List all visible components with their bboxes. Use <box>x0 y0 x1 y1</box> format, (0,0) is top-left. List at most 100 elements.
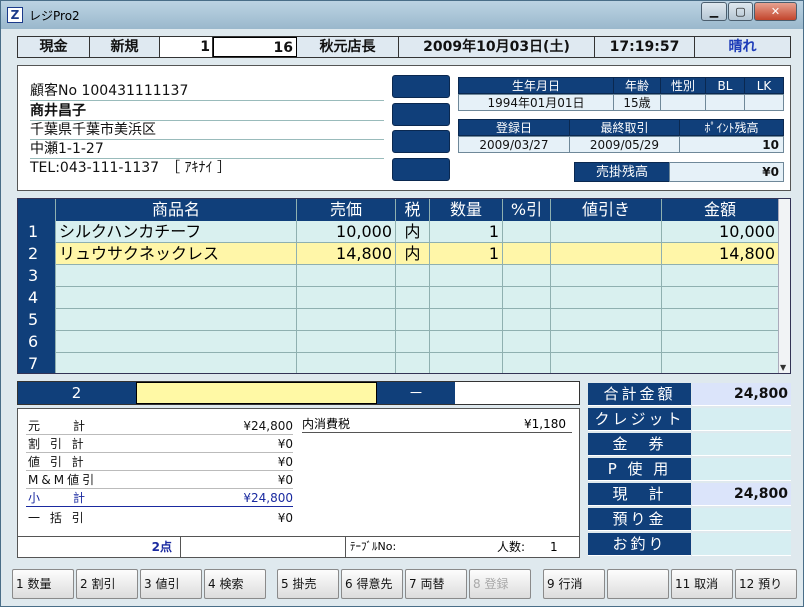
item-pct <box>503 221 551 243</box>
row-number: 5 <box>18 309 56 331</box>
last-transaction-value: 2009/05/29 <box>569 136 680 153</box>
item-amount <box>662 353 778 373</box>
quantity-input[interactable] <box>455 382 579 404</box>
item-price <box>297 265 396 287</box>
item-name: シルクハンカチーフ <box>56 221 297 243</box>
customer-number: 顧客No 100431111137 <box>30 82 384 101</box>
item-discount <box>551 287 662 309</box>
discount-total-label: 割 引 計 <box>28 437 87 451</box>
markdown-total-row: 値 引 計 ¥0 <box>26 453 293 471</box>
item-qty <box>430 265 503 287</box>
item-price <box>297 287 396 309</box>
minimize-button[interactable]: ▁ <box>701 2 727 21</box>
scroll-down-icon[interactable]: ▼ <box>780 363 786 372</box>
function-key-6[interactable]: 6 得意先 <box>341 569 403 599</box>
customer-address2: 中瀬1-1-27 <box>30 140 384 159</box>
transaction-type: 新規 <box>90 37 160 57</box>
registered-date-label: 登録日 <box>458 119 570 136</box>
table-row[interactable]: 1 シルクハンカチーフ 10,000 内 1 10,000 <box>18 221 778 243</box>
customer-action-button-2[interactable] <box>392 103 450 126</box>
lk-value <box>744 94 784 111</box>
table-row[interactable]: 2 リュウサクネックレス 14,800 内 1 14,800 <box>18 243 778 265</box>
maximize-button[interactable]: ▢ <box>728 2 753 21</box>
row-number: 6 <box>18 331 56 353</box>
summary-label: P 使 用 <box>588 458 691 481</box>
function-key-12[interactable]: 12 預り <box>735 569 797 599</box>
item-tax <box>396 331 430 353</box>
customer-action-button-1[interactable] <box>392 75 450 98</box>
function-key-1[interactable]: 1 数量 <box>12 569 74 599</box>
gross-total-value: ¥24,800 <box>243 419 293 433</box>
function-key-9[interactable]: 9 行消 <box>543 569 605 599</box>
item-qty: 1 <box>430 221 503 243</box>
bulk-discount-row: 一 括 引 ¥0 <box>26 509 293 527</box>
subtotal-row: 小 計 ¥24,800 <box>26 489 293 507</box>
credit-balance-label: 売掛残高 <box>574 162 670 182</box>
title-bar: Z レジPro2 ▁ ▢ ✕ <box>1 1 803 29</box>
item-price: 10,000 <box>297 221 396 243</box>
header-tax: 税 <box>396 199 430 221</box>
function-key-10[interactable] <box>607 569 669 599</box>
function-key-7[interactable]: 7 両替 <box>405 569 467 599</box>
item-tax <box>396 265 430 287</box>
item-qty <box>430 353 503 373</box>
customer-action-button-3[interactable] <box>392 130 450 153</box>
item-tax <box>396 287 430 309</box>
function-key-8[interactable]: 8 登録 <box>469 569 531 599</box>
summary-value: 24,800 <box>692 383 791 406</box>
people-count-label: 人数: <box>497 540 526 554</box>
summary-value <box>692 408 791 431</box>
bl-label: BL <box>705 77 745 94</box>
function-key-3[interactable]: 3 値引 <box>140 569 202 599</box>
table-number-label: ﾃｰﾌﾞﾙNo: <box>345 537 396 557</box>
mm-discount-value: ¥0 <box>277 473 293 487</box>
table-scrollbar[interactable]: ▼ <box>778 199 790 373</box>
item-qty <box>430 309 503 331</box>
header-amount: 金額 <box>662 199 778 221</box>
summary-label: お釣り <box>588 533 691 556</box>
close-button[interactable]: ✕ <box>754 2 797 21</box>
row-number: 7 <box>18 353 56 373</box>
item-amount: 10,000 <box>719 222 775 241</box>
table-row[interactable]: 7 <box>18 353 778 373</box>
consumption-tax-value: ¥1,180 <box>524 417 566 431</box>
item-discount <box>551 309 662 331</box>
function-key-5[interactable]: 5 掛売 <box>277 569 339 599</box>
item-pct <box>503 353 551 373</box>
function-key-2[interactable]: 2 割引 <box>76 569 138 599</box>
item-name <box>56 353 297 373</box>
header-name: 商品名 <box>56 199 297 221</box>
mm-discount-row: M&M値引 ¥0 <box>26 471 293 489</box>
item-pct <box>503 243 551 265</box>
product-code-input[interactable] <box>136 382 377 404</box>
header-discount: 値引き <box>551 199 662 221</box>
item-amount <box>662 265 778 287</box>
item-name <box>56 287 297 309</box>
bulk-discount-label: 一 括 引 <box>28 511 87 525</box>
item-name <box>56 331 297 353</box>
minimize-icon: ▁ <box>709 5 719 18</box>
summary-label: 預り金 <box>588 508 691 531</box>
item-discount <box>551 265 662 287</box>
summary-label: 現 計 <box>588 483 691 506</box>
item-tax: 内 <box>396 221 430 243</box>
footer-strip: 2点 ﾃｰﾌﾞﾙNo: 人数: 1 <box>18 536 579 557</box>
table-row[interactable]: 6 <box>18 331 778 353</box>
credit-balance-value: ¥0 <box>669 162 784 182</box>
table-row[interactable]: 5 <box>18 309 778 331</box>
table-row[interactable]: 4 <box>18 287 778 309</box>
summary-value <box>692 433 791 456</box>
markdown-total-label: 値 引 計 <box>28 455 87 469</box>
item-amount <box>662 331 778 353</box>
summary-value <box>692 458 791 481</box>
bl-value <box>705 94 745 111</box>
function-key-4[interactable]: 4 検索 <box>204 569 266 599</box>
table-row[interactable]: 3 <box>18 265 778 287</box>
summary-value <box>692 508 791 531</box>
function-key-11[interactable]: 11 取消 <box>671 569 733 599</box>
item-price <box>297 353 396 373</box>
customer-address1: 千葉県千葉市美浜区 <box>30 121 384 140</box>
customer-action-button-4[interactable] <box>392 158 450 181</box>
item-tax <box>396 309 430 331</box>
summary-label: 金 券 <box>588 433 691 456</box>
